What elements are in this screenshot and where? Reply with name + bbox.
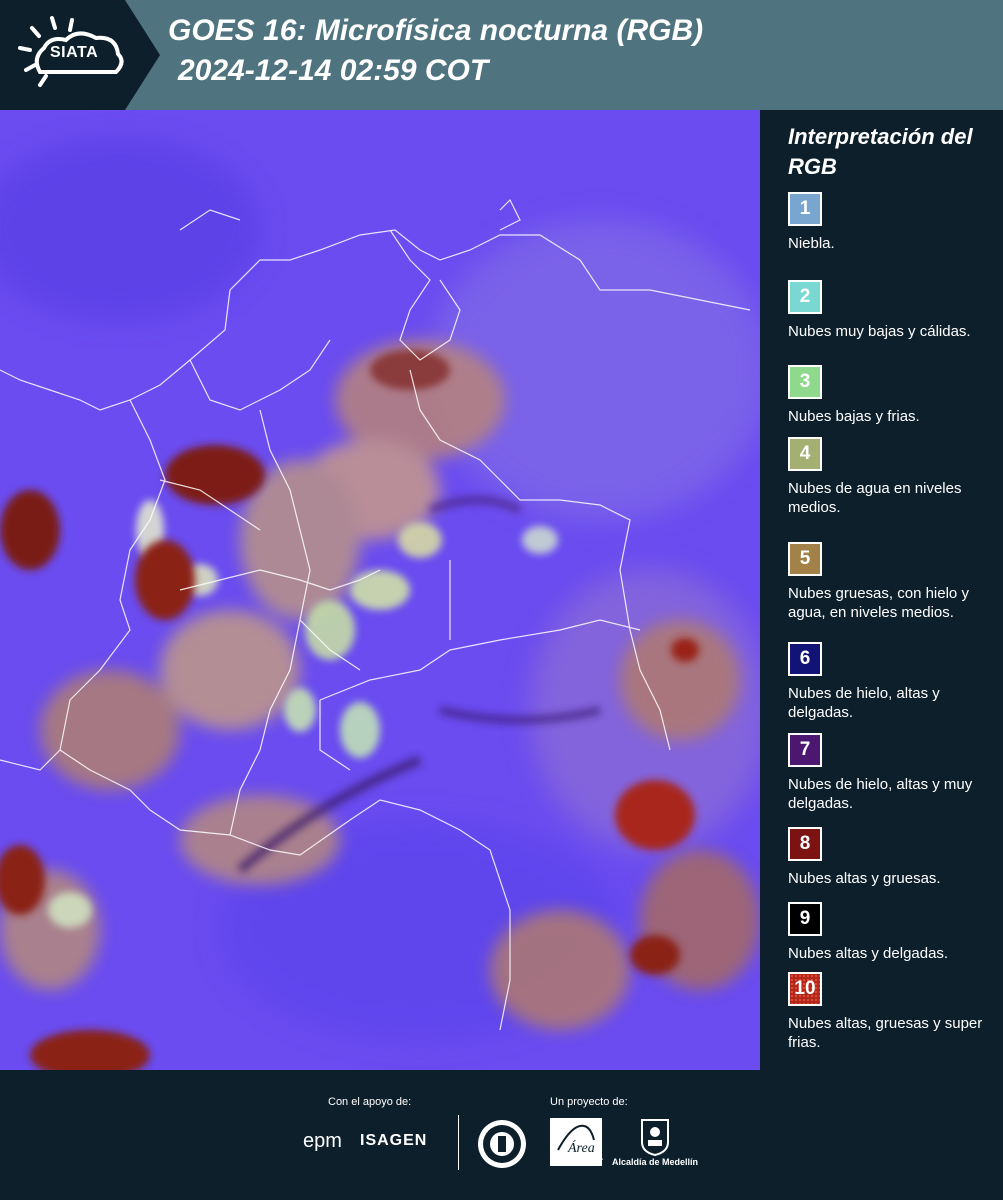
legend-swatch: 9 (788, 902, 822, 936)
legend-swatch: 4 (788, 437, 822, 471)
legend-swatch: 6 (788, 642, 822, 676)
legend-label: Nubes altas y delgadas. (788, 945, 949, 962)
legend-item-2: 2 Nubes muy bajas y cálidas. (788, 280, 998, 341)
legend-item-5: 5 Nubes gruesas, con hielo y agua, en niv… (788, 542, 998, 622)
legend-swatch: 3 (788, 365, 822, 399)
legend-item-8: 8 Nubes altas y gruesas. (788, 827, 998, 888)
siata-logo-text: SIATA (50, 44, 99, 61)
legend-swatch: 10 (788, 972, 822, 1006)
legend-label: Nubes altas, gruesas y super frias. (788, 1015, 983, 1051)
legend-label: Nubes bajas y frias. (788, 408, 920, 425)
legend-label: Nubes gruesas, con hielo y agua, en nive… (788, 585, 969, 621)
satellite-rgb-map[interactable] (0, 110, 760, 1070)
legend-item-1: 1 Niebla. (788, 192, 998, 253)
project-label: Un proyecto de: (550, 1096, 628, 1108)
page-timestamp: 2024-12-14 02:59 COT (178, 54, 489, 87)
header: SIATA GOES 16: Microfísica nocturna (RGB… (0, 0, 1003, 110)
legend-item-9: 9 Nubes altas y delgadas. (788, 902, 998, 963)
legend-item-4: 4 Nubes de agua en niveles medios. (788, 437, 998, 517)
legend-label: Nubes de agua en niveles medios. (788, 480, 962, 516)
area-logo-text: Área (567, 1139, 595, 1156)
legend-swatch: 1 (788, 192, 822, 226)
legend-label: Nubes de hielo, altas y muy delgadas. (788, 776, 973, 812)
legend-swatch: 7 (788, 733, 822, 767)
footer: Con el apoyo de: epm ISAGEN Un proyecto … (0, 1070, 1003, 1200)
legend-item-7: 7 Nubes de hielo, altas y muy delgadas. (788, 733, 998, 813)
legend-label: Niebla. (788, 235, 835, 252)
siata-logo[interactable]: SIATA (0, 0, 160, 110)
rgb-legend: Interpretación del RGB 1 Niebla. 2 Nubes mu… (760, 110, 1003, 1070)
support-label: Con el apoyo de: (328, 1096, 412, 1108)
isagen-logo[interactable]: ISAGEN (360, 1132, 427, 1150)
legend-swatch: 2 (788, 280, 822, 314)
epm-logo[interactable]: epm (303, 1130, 342, 1153)
page-title: GOES 16: Microfísica nocturna (RGB) (168, 14, 704, 47)
legend-label: Nubes altas y gruesas. (788, 870, 941, 887)
alcaldia-shield-icon[interactable] (640, 1118, 670, 1156)
legend-label: Nubes muy bajas y cálidas. (788, 323, 971, 340)
legend-swatch: 5 (788, 542, 822, 576)
legend-item-6: 6 Nubes de hielo, altas y delgadas. (788, 642, 998, 722)
legend-item-10: 10 Nubes altas, gruesas y super frias. (788, 972, 998, 1052)
alcaldia-caption: Alcaldía de Medellín (612, 1157, 699, 1167)
legend-item-3: 3 Nubes bajas y frias. (788, 365, 998, 426)
legend-title: Interpretación del RGB (788, 124, 973, 179)
legend-label: Nubes de hielo, altas y delgadas. (788, 685, 940, 721)
area-caption: METROPOLITANA (552, 1156, 603, 1162)
footer-divider (458, 1115, 459, 1170)
legend-swatch: 8 (788, 827, 822, 861)
seal-logo[interactable] (476, 1118, 528, 1170)
